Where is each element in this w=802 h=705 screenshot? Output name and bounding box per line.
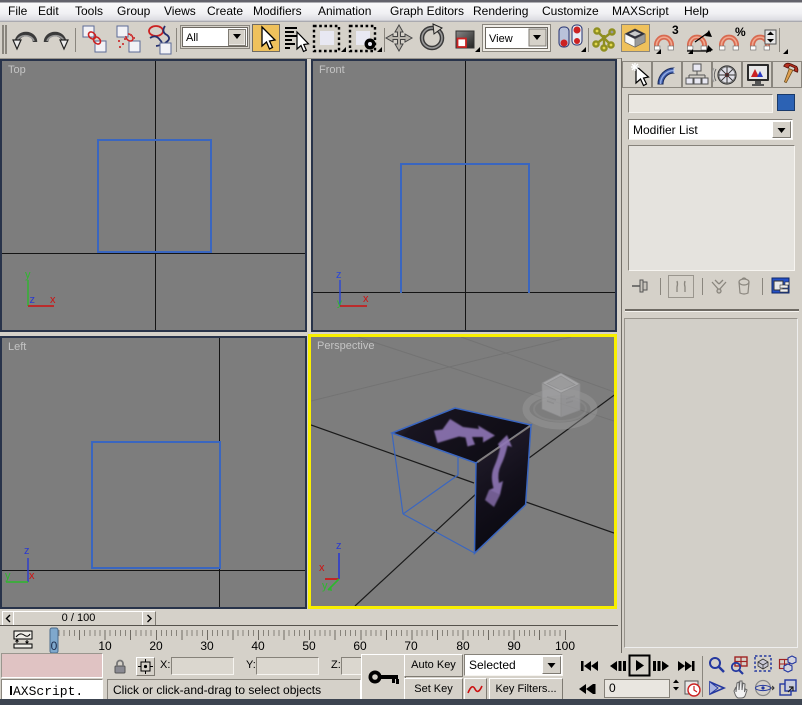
svg-text:y: y (337, 298, 342, 309)
svg-text:30: 30 (200, 639, 214, 653)
svg-text:60: 60 (353, 639, 367, 653)
svg-text:50: 50 (302, 639, 316, 653)
svg-text:0: 0 (609, 681, 616, 695)
svg-text:y: y (25, 269, 31, 281)
svg-text:All: All (186, 32, 198, 44)
svg-text:z: z (336, 269, 342, 281)
svg-text:90: 90 (507, 639, 521, 653)
svg-text:100: 100 (555, 639, 575, 653)
svg-text:x: x (363, 293, 369, 305)
svg-text:z: z (24, 545, 30, 557)
svg-text:0: 0 (51, 639, 58, 653)
svg-text:x: x (29, 570, 35, 582)
svg-text:z: z (30, 294, 36, 306)
svg-text:View: View (489, 33, 513, 45)
svg-text:%: % (735, 25, 746, 39)
svg-text:y: y (322, 580, 328, 592)
svg-text:x: x (50, 294, 56, 306)
svg-text:3: 3 (672, 23, 679, 37)
svg-text:80: 80 (456, 639, 470, 653)
svg-text:z: z (336, 540, 342, 552)
svg-text:20: 20 (149, 639, 163, 653)
svg-text:10: 10 (98, 639, 112, 653)
svg-text:40: 40 (251, 639, 265, 653)
svg-text:x: x (319, 562, 325, 574)
svg-text:y: y (5, 570, 11, 582)
svg-text:70: 70 (404, 639, 418, 653)
